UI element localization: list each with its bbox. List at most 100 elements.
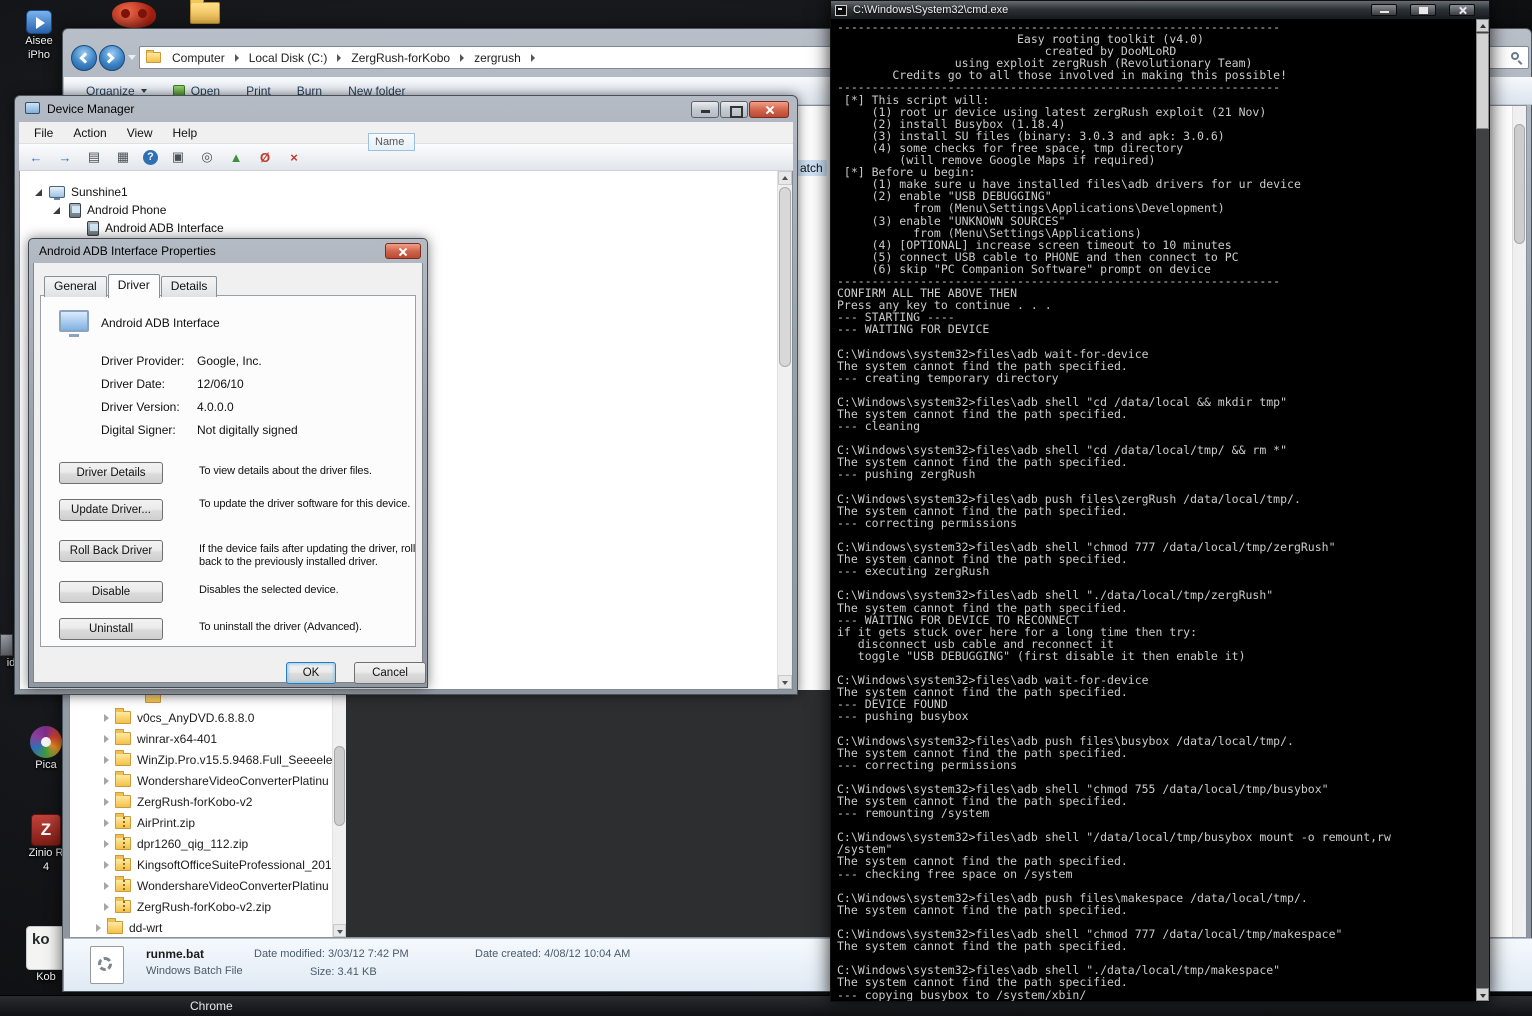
- column-header-name[interactable]: Name: [368, 133, 416, 151]
- scroll-down-button[interactable]: [1476, 988, 1489, 1001]
- expander-icon[interactable]: [102, 713, 112, 723]
- menu-help[interactable]: Help: [164, 123, 207, 143]
- chevron-right-icon[interactable]: [460, 53, 465, 62]
- expander-icon[interactable]: [52, 205, 63, 216]
- tree-item-label: Android Phone: [87, 203, 167, 217]
- disable-device-icon[interactable]: Ø: [256, 148, 274, 166]
- minimize-button[interactable]: [1371, 4, 1397, 16]
- tab-details[interactable]: Details: [160, 276, 218, 297]
- scroll-down-button[interactable]: [333, 924, 346, 937]
- ok-button[interactable]: OK: [286, 662, 336, 684]
- close-button[interactable]: [1449, 4, 1475, 16]
- uninstall-button[interactable]: Uninstall: [59, 618, 163, 640]
- menu-view[interactable]: View: [118, 123, 162, 143]
- nav-tree-item[interactable]: KingsoftOfficeSuiteProfessional_201: [70, 854, 332, 875]
- taskbar-item-chrome[interactable]: Chrome: [190, 999, 233, 1013]
- tab-driver[interactable]: Driver: [107, 274, 160, 298]
- expander-icon[interactable]: [102, 860, 112, 870]
- device-manager-titlebar[interactable]: Device Manager: [15, 96, 797, 122]
- nav-tree-item[interactable]: v0cs_AnyDVD.6.8.8.0: [70, 707, 332, 728]
- expander-icon[interactable]: [102, 734, 112, 744]
- nav-tree-item[interactable]: ZergRush-forKobo-v2: [70, 791, 332, 812]
- help-icon[interactable]: ?: [143, 149, 158, 165]
- computer-properties-icon[interactable]: ▣: [169, 148, 187, 166]
- chevron-right-icon[interactable]: [530, 53, 535, 62]
- tab-general[interactable]: General: [44, 276, 107, 297]
- nav-tree-item[interactable]: WondershareVideoConverterPlatinu: [70, 770, 332, 791]
- terminal-output[interactable]: ----------------------------------------…: [831, 19, 1476, 1001]
- item-label: winrar-x64-401: [137, 731, 218, 746]
- scroll-down-button[interactable]: [778, 675, 792, 689]
- cmd-titlebar[interactable]: C:\Windows\System32\cmd.exe: [831, 1, 1489, 19]
- forward-button[interactable]: [99, 45, 125, 71]
- driver-action-description: Disables the selected device.: [199, 584, 339, 596]
- dialog-titlebar[interactable]: Android ADB Interface Properties: [29, 239, 427, 263]
- uninstall-device-icon[interactable]: ×: [285, 148, 303, 166]
- forward-icon[interactable]: →: [56, 148, 74, 166]
- tree-scrollbar[interactable]: [777, 171, 792, 689]
- chevron-right-icon[interactable]: [337, 53, 342, 62]
- maximize-button[interactable]: [1410, 4, 1436, 16]
- desktop-icon-aisee[interactable]: Aisee iPho: [16, 10, 62, 62]
- nav-tree-item[interactable]: dd-wrt: [70, 917, 332, 938]
- cancel-button[interactable]: Cancel: [354, 662, 426, 684]
- zip-icon: [115, 876, 131, 892]
- back-icon[interactable]: ←: [27, 148, 45, 166]
- back-button[interactable]: [71, 45, 97, 71]
- expander-icon[interactable]: [102, 755, 112, 765]
- driver-info-row: Driver Date: 12/06/10: [101, 377, 298, 400]
- close-button[interactable]: [749, 101, 789, 118]
- minimize-button[interactable]: [691, 101, 719, 118]
- expander-icon[interactable]: [102, 797, 112, 807]
- expander-icon[interactable]: [102, 776, 112, 786]
- breadcrumb-local-disk-c[interactable]: Local Disk (C:): [246, 49, 331, 67]
- show-console-tree-icon[interactable]: ▤: [85, 148, 103, 166]
- scrollbar-thumb[interactable]: [1514, 124, 1525, 244]
- nav-tree-item[interactable]: WondershareVideoConverterPlatinu: [70, 875, 332, 896]
- scroll-up-button[interactable]: [1476, 19, 1489, 32]
- desktop-icon-game[interactable]: [112, 2, 158, 28]
- tree-item-sunshine1[interactable]: Sunshine1: [20, 183, 224, 201]
- expander-icon[interactable]: [34, 187, 45, 198]
- update-driver-icon[interactable]: ▲: [227, 148, 245, 166]
- device-icon: [59, 310, 89, 337]
- breadcrumb-zergrush-forkobo[interactable]: ZergRush-forKobo: [348, 49, 453, 67]
- maximize-button[interactable]: [720, 101, 748, 118]
- driver-details-button[interactable]: Driver Details: [59, 462, 163, 484]
- chevron-right-icon[interactable]: [234, 53, 239, 62]
- breadcrumb-computer[interactable]: Computer: [169, 49, 228, 67]
- nav-tree-item[interactable]: dpr1260_qig_112.zip: [70, 833, 332, 854]
- close-button[interactable]: [385, 243, 421, 259]
- desktop-icon-folder[interactable]: [190, 0, 222, 24]
- scan-hardware-changes-icon[interactable]: ◎: [198, 148, 216, 166]
- scrollbar-thumb[interactable]: [779, 187, 791, 367]
- history-dropdown-icon[interactable]: [128, 55, 136, 60]
- menu-file[interactable]: File: [25, 123, 62, 143]
- aisee-app-icon: [26, 10, 52, 34]
- file-list-scrollbar[interactable]: [1512, 106, 1526, 937]
- export-list-icon[interactable]: ▦: [114, 148, 132, 166]
- expander-icon[interactable]: [102, 902, 112, 912]
- expander-icon[interactable]: [94, 923, 104, 933]
- update-driver-button[interactable]: Update Driver...: [59, 499, 163, 521]
- disable-button[interactable]: Disable: [59, 581, 163, 603]
- scrollbar-thumb[interactable]: [1476, 33, 1489, 129]
- terminal-line: toggle "USB DEBUGGING" (first disable it…: [837, 648, 1246, 663]
- expander-icon[interactable]: [102, 839, 112, 849]
- nav-tree-item[interactable]: AirPrint.zip: [70, 812, 332, 833]
- item-label: AirPrint.zip: [137, 815, 196, 830]
- scroll-up-button[interactable]: [778, 171, 792, 185]
- expander-icon[interactable]: [102, 818, 112, 828]
- roll-back-driver-button[interactable]: Roll Back Driver: [59, 540, 163, 562]
- cmd-scrollbar[interactable]: [1476, 19, 1489, 1001]
- scrollbar-thumb[interactable]: [334, 746, 345, 826]
- menu-action[interactable]: Action: [64, 123, 115, 143]
- tree-item-android-phone[interactable]: Android Phone: [20, 201, 224, 219]
- breadcrumb-zergrush[interactable]: zergrush: [471, 49, 524, 67]
- expander-icon[interactable]: [70, 223, 81, 234]
- nav-tree-item[interactable]: WinZip.Pro.v15.5.9468.Full_Seeeeler: [70, 749, 336, 770]
- nav-tree-item[interactable]: ZergRush-forKobo-v2.zip: [70, 896, 332, 917]
- expander-icon[interactable]: [102, 881, 112, 891]
- tree-item-android-adb-interface[interactable]: Android ADB Interface: [20, 219, 224, 237]
- nav-tree-item[interactable]: winrar-x64-401: [70, 728, 332, 749]
